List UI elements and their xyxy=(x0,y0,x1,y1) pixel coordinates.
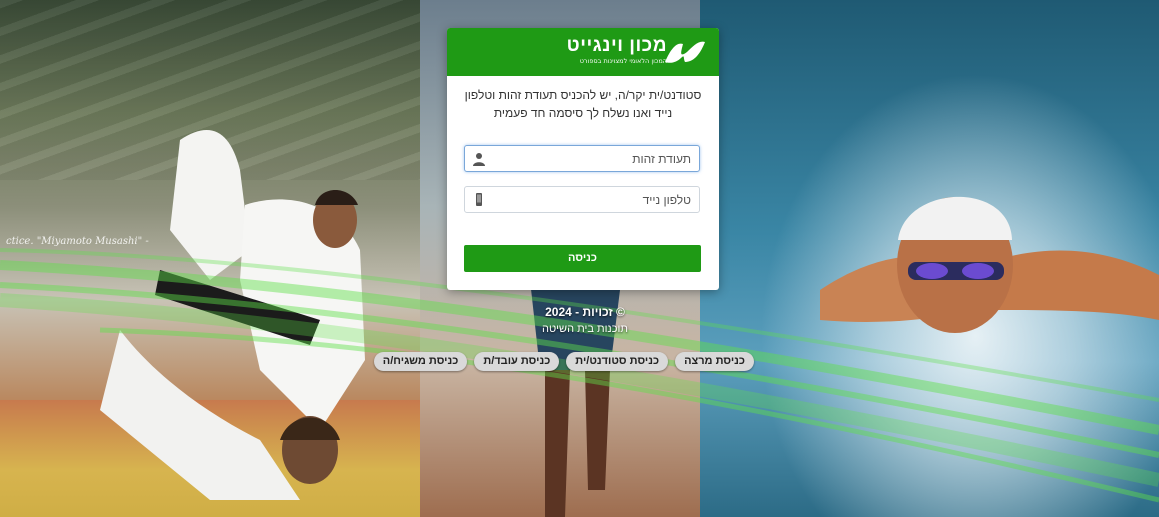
proctor-login-link[interactable]: כניסת משגיח/ה xyxy=(373,352,468,371)
brand-header: מכון וינגייט המכון הלאומי למצוינות בספור… xyxy=(447,28,719,76)
student-login-link[interactable]: כניסת סטודנט/ית xyxy=(566,352,669,371)
runner-figure xyxy=(530,267,620,517)
mobile-phone-input[interactable] xyxy=(491,187,691,212)
user-icon xyxy=(473,153,485,166)
brand-name: מכון וינגייט xyxy=(566,35,667,56)
judo-athletes-figure xyxy=(100,130,365,500)
swimmer-figure xyxy=(820,196,1159,333)
developer-credit: תוכנות בית השיטה xyxy=(542,323,628,335)
login-instructions: סטודנט/ית יקר/ה, יש להכניס תעודת זהות וט… xyxy=(464,88,702,120)
id-number-input[interactable] xyxy=(491,146,691,171)
brand-logo: מכון וינגייט המכון הלאומי למצוינות בספור… xyxy=(567,35,667,66)
id-number-field[interactable] xyxy=(464,145,700,172)
entry-type-links: כניסת מרצה כניסת סטודנט/ית כניסת עובד/ת … xyxy=(373,352,754,372)
wingate-logo-icon xyxy=(665,41,705,63)
copyright-text: © זכויות - 2024 xyxy=(545,305,625,319)
login-submit-button[interactable]: כניסה xyxy=(464,245,701,272)
lecturer-login-link[interactable]: כניסת מרצה xyxy=(675,352,754,371)
brand-tagline: המכון הלאומי למצוינות בספורט xyxy=(579,57,667,65)
mobile-phone-field[interactable] xyxy=(464,186,700,213)
login-card: מכון וינגייט המכון הלאומי למצוינות בספור… xyxy=(447,28,719,290)
employee-login-link[interactable]: כניסת עובד/ת xyxy=(474,352,560,371)
mobile-phone-icon xyxy=(476,193,482,206)
